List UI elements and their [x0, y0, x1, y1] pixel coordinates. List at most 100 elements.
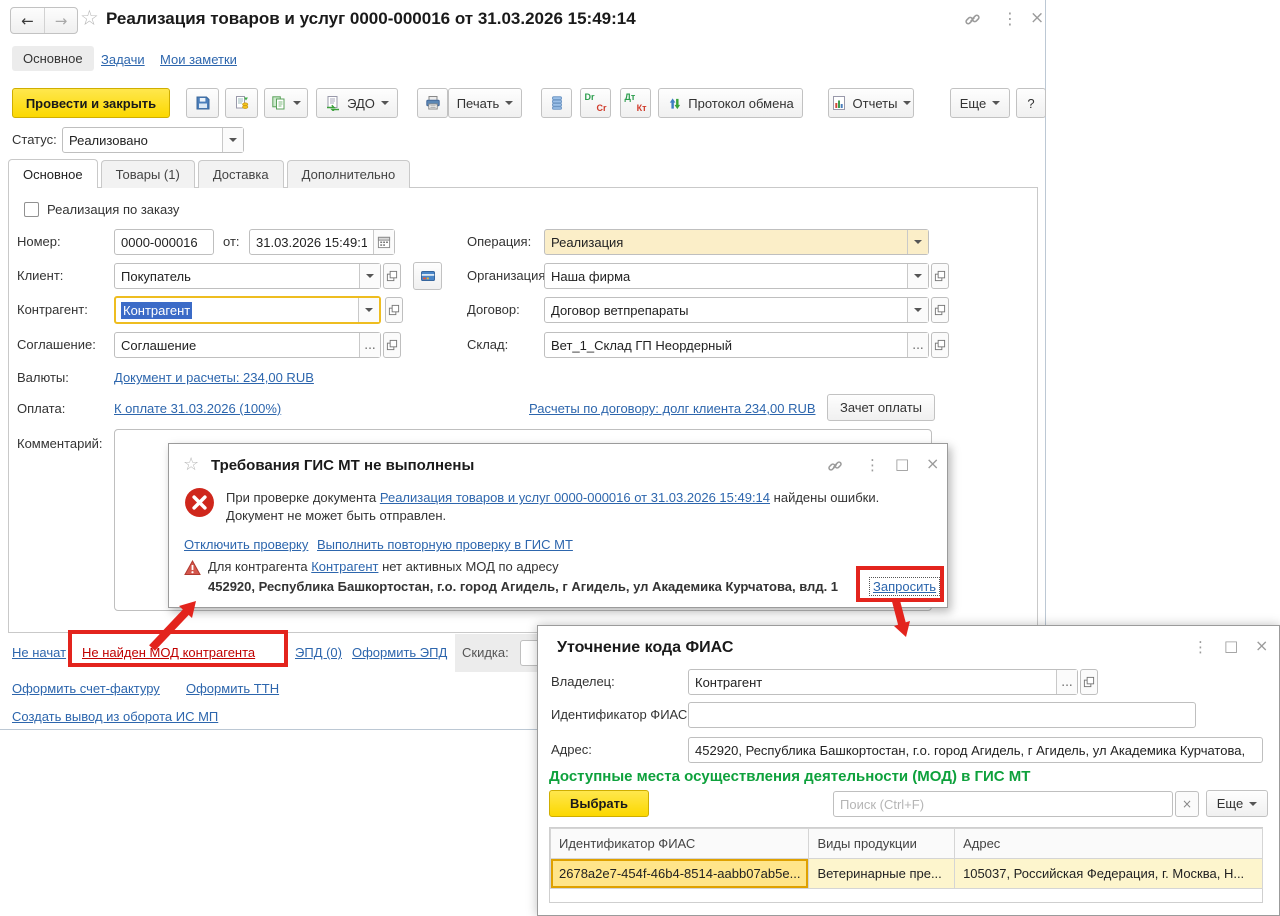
client-dropdown-button[interactable] [359, 264, 380, 288]
search-input[interactable] [834, 792, 1172, 816]
error-document-link[interactable]: Реализация товаров и услуг 0000-000016 о… [380, 490, 770, 505]
warehouse-field[interactable]: ... [544, 332, 929, 358]
address-input[interactable] [689, 738, 1262, 762]
cell-product-types[interactable]: Ветеринарные пре... [808, 858, 956, 889]
number-input[interactable] [115, 230, 213, 254]
get-link-icon[interactable] [964, 11, 981, 31]
owner-input[interactable] [689, 670, 1056, 694]
col-header-product-types[interactable]: Виды продукции [808, 828, 956, 859]
dialog-get-link-icon[interactable] [827, 458, 843, 477]
cell-address[interactable]: 105037, Российская Федерация, г. Москва,… [954, 858, 1263, 889]
order-checkbox[interactable] [24, 202, 39, 217]
organization-field[interactable] [544, 263, 929, 289]
dialog-favorite-star-icon[interactable]: ☆ [183, 456, 199, 474]
warehouse-input[interactable] [545, 333, 907, 357]
counterparty-open-button[interactable] [385, 297, 403, 323]
number-field[interactable] [114, 229, 214, 255]
agreement-open-button[interactable] [383, 332, 401, 358]
back-button[interactable]: ← [11, 8, 44, 33]
organization-dropdown-button[interactable] [907, 264, 928, 288]
cell-fias-id[interactable]: 2678a2e7-454f-46b4-8514-aabb07ab5e... [549, 858, 810, 889]
dr-cr-button[interactable]: Dr Cr [580, 88, 611, 118]
exchange-protocol-button[interactable]: Протокол обмена [658, 88, 803, 118]
dialog-maximize-icon[interactable]: □ [895, 457, 909, 472]
organization-open-button[interactable] [931, 263, 949, 289]
favorite-star-icon[interactable]: ☆ [80, 8, 99, 29]
col-header-fias-id[interactable]: Идентификатор ФИАС [549, 828, 810, 859]
warehouse-open-button[interactable] [931, 332, 949, 358]
owner-open-button[interactable] [1080, 669, 1098, 695]
more-button[interactable]: Еще [950, 88, 1010, 118]
operation-select[interactable] [544, 229, 929, 255]
disable-check-link[interactable]: Отключить проверку [184, 537, 308, 552]
select-mod-button[interactable]: Выбрать [549, 790, 649, 817]
organization-input[interactable] [545, 264, 907, 288]
warning-counterparty-link[interactable]: Контрагент [311, 559, 378, 574]
date-input[interactable] [250, 230, 373, 254]
counterparty-selected-text[interactable]: Контрагент [121, 301, 193, 319]
date-field[interactable] [249, 229, 395, 255]
agreement-choose-button[interactable]: ... [359, 333, 380, 357]
nav-tab-notes[interactable]: Мои заметки [160, 52, 237, 67]
client-input[interactable] [115, 264, 359, 288]
search-field[interactable] [833, 791, 1173, 817]
help-button[interactable]: ? [1016, 88, 1046, 118]
forward-button[interactable]: → [44, 8, 77, 33]
reports-button[interactable]: Отчеты [828, 88, 914, 118]
operation-input[interactable] [545, 230, 907, 254]
quick-print-button[interactable] [417, 88, 448, 118]
table-row[interactable]: 2678a2e7-454f-46b4-8514-aabb07ab5e... Ве… [549, 858, 1263, 889]
client-open-button[interactable] [383, 263, 401, 289]
owner-choose-button[interactable]: ... [1056, 670, 1077, 694]
dt-kt-button[interactable]: Дт Кт [620, 88, 651, 118]
counterparty-dropdown-button[interactable] [358, 298, 379, 322]
col-header-address[interactable]: Адрес [954, 828, 1263, 859]
tab-additional[interactable]: Дополнительно [286, 160, 411, 188]
fias-menu-kebab-icon[interactable]: ⋮ [1193, 640, 1208, 655]
settlements-link[interactable]: Расчеты по договору: долг клиента 234,00… [529, 401, 816, 416]
fias-more-button[interactable]: Еще [1206, 790, 1268, 817]
payment-link[interactable]: К оплате 31.03.2026 (100%) [114, 401, 281, 416]
currencies-link[interactable]: Документ и расчеты: 234,00 RUB [114, 370, 314, 385]
ttn-create-link[interactable]: Оформить ТТН [186, 681, 279, 696]
loyalty-card-button[interactable] [413, 262, 442, 290]
payment-offset-button[interactable]: Зачет оплаты [827, 394, 935, 421]
contract-dropdown-button[interactable] [907, 298, 928, 322]
window-menu-kebab-icon[interactable]: ⋮ [1002, 11, 1018, 27]
invoice-create-link[interactable]: Оформить счет-фактуру [12, 681, 160, 696]
dialog-close-icon[interactable]: × [926, 456, 939, 472]
withdrawal-create-link[interactable]: Создать вывод из оборота ИС МП [12, 709, 218, 724]
copy-button[interactable] [264, 88, 308, 118]
warehouse-choose-button[interactable]: ... [907, 333, 928, 357]
registers-button[interactable] [541, 88, 572, 118]
contract-open-button[interactable] [931, 297, 949, 323]
contract-input[interactable] [545, 298, 907, 322]
status-not-started-link[interactable]: Не начат [12, 645, 66, 660]
fias-id-field[interactable] [688, 702, 1196, 728]
edo-button[interactable]: ЭДО [316, 88, 398, 118]
agreement-input[interactable] [115, 333, 359, 357]
status-select[interactable] [62, 127, 244, 153]
dialog-menu-kebab-icon[interactable]: ⋮ [865, 458, 880, 473]
post-and-close-button[interactable]: Провести и закрыть [12, 88, 170, 118]
address-field[interactable] [688, 737, 1263, 763]
counterparty-field[interactable]: Контрагент [114, 296, 381, 324]
status-dropdown-button[interactable] [222, 128, 243, 152]
client-field[interactable] [114, 263, 381, 289]
nav-tab-main[interactable]: Основное [12, 46, 94, 71]
post-document-button[interactable] [225, 88, 258, 118]
search-clear-button[interactable]: × [1175, 791, 1199, 817]
close-icon[interactable]: × [1030, 10, 1044, 27]
print-button[interactable]: Печать [448, 88, 522, 118]
operation-dropdown-button[interactable] [907, 230, 928, 254]
status-value[interactable] [63, 128, 222, 152]
tab-main[interactable]: Основное [8, 159, 98, 188]
save-button[interactable] [186, 88, 219, 118]
tab-goods[interactable]: Товары (1) [100, 160, 195, 188]
agreement-field[interactable]: ... [114, 332, 381, 358]
fias-maximize-icon[interactable]: □ [1224, 639, 1238, 654]
recheck-link[interactable]: Выполнить повторную проверку в ГИС МТ [317, 537, 573, 552]
epd-create-link[interactable]: Оформить ЭПД [352, 645, 447, 660]
nav-tab-tasks[interactable]: Задачи [101, 52, 145, 67]
tab-delivery[interactable]: Доставка [197, 160, 284, 188]
